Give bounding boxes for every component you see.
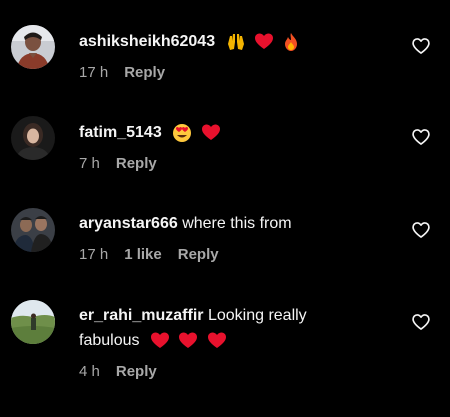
red-heart-icon xyxy=(201,124,220,141)
comment-emojis xyxy=(226,29,305,54)
heart-outline-icon[interactable] xyxy=(411,127,431,147)
comment-meta: 7 h Reply xyxy=(79,155,369,173)
avatar[interactable] xyxy=(11,208,55,252)
red-heart-icon xyxy=(207,332,226,349)
red-heart-icon xyxy=(179,332,198,349)
comment-time: 17 h xyxy=(79,64,109,82)
comment-username[interactable]: aryanstar666 xyxy=(79,215,178,232)
reply-button[interactable]: Reply xyxy=(116,363,157,380)
raising-hands-icon xyxy=(227,34,244,51)
comment-text: Looking really xyxy=(207,307,307,324)
like-count[interactable]: 1 like xyxy=(124,246,162,263)
avatar[interactable] xyxy=(11,116,55,160)
reply-button[interactable]: Reply xyxy=(124,64,165,81)
reply-button[interactable]: Reply xyxy=(178,246,219,263)
comment-time: 4 h xyxy=(79,363,100,381)
heart-outline-icon[interactable] xyxy=(411,220,431,240)
comment-emojis xyxy=(150,328,231,353)
comment-username[interactable]: ashiksheikh62043 xyxy=(79,33,215,50)
comment-meta: 4 h Reply xyxy=(79,363,369,381)
avatar[interactable] xyxy=(11,300,55,344)
comment-meta: 17 h Reply xyxy=(79,64,369,82)
comment-meta: 17 h 1 like Reply xyxy=(79,246,369,264)
avatar[interactable] xyxy=(11,25,55,69)
comment-username[interactable]: er_rahi_muzaffir xyxy=(79,307,204,324)
reply-button[interactable]: Reply xyxy=(116,155,157,172)
comment-text-continued: fabulous xyxy=(79,332,140,349)
red-heart-icon xyxy=(255,33,273,50)
comment-text: where this from xyxy=(182,215,292,232)
red-heart-icon xyxy=(150,332,169,349)
heart-outline-icon[interactable] xyxy=(411,312,431,332)
fire-icon xyxy=(285,33,298,52)
comment-emojis xyxy=(172,120,224,145)
heart-outline-icon[interactable] xyxy=(411,36,431,56)
comment-time: 17 h xyxy=(79,246,109,263)
comment-time: 7 h xyxy=(79,155,100,173)
heart-eyes-icon xyxy=(173,124,192,143)
comment-username[interactable]: fatim_5143 xyxy=(79,124,162,141)
